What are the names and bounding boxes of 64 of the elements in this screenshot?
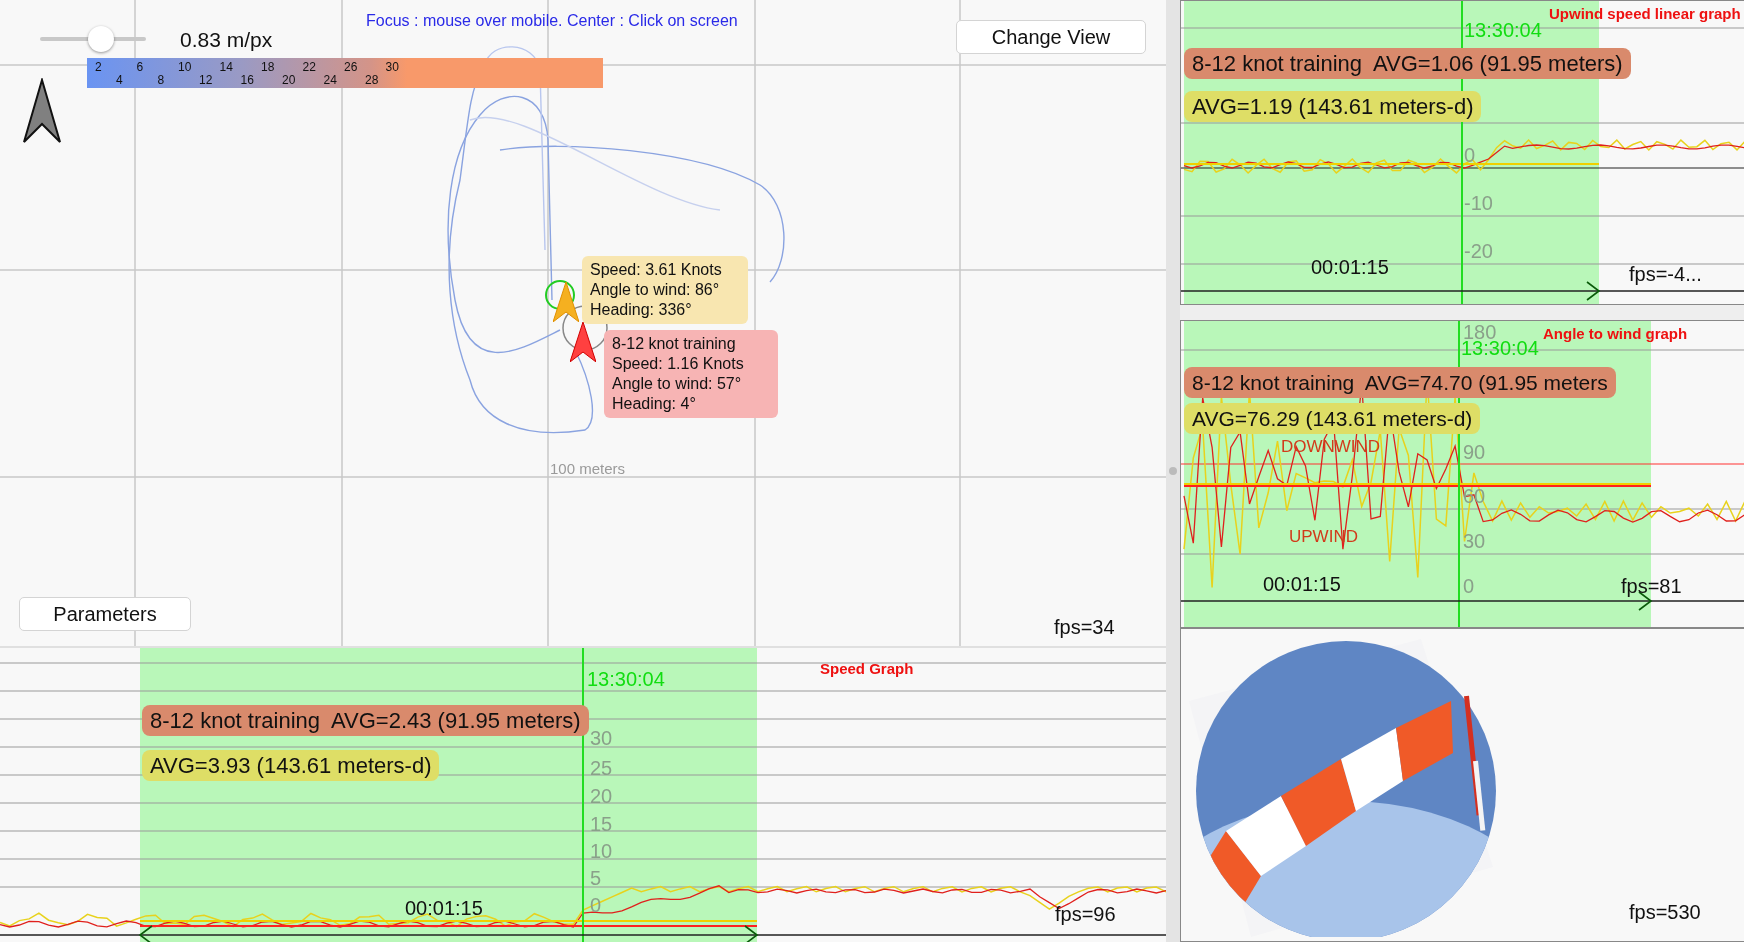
split-handle[interactable] [1169,467,1177,475]
scale-value: 30 [385,60,399,74]
axis-label: 90 [1463,441,1486,464]
axis-label: -10 [1464,192,1493,215]
axis-label: -20 [1464,240,1493,263]
scale-value: 14 [219,60,233,74]
fps-label: fps=34 [1054,616,1115,639]
axis-label: 30 [590,727,613,750]
duration-label: 00:01:15 [405,897,483,920]
hint-text: Focus : mouse over mobile. Center : Click on screen [366,12,738,30]
distance-label: 100 meters [550,460,626,477]
scale-value: 12 [199,73,213,87]
average-label: AVG=76.29 (143.61 meters-d) [1184,403,1481,434]
scale-value: 24 [323,73,337,87]
tooltip-line: Angle to wind: 86° [590,280,721,300]
graph-title: Upwind speed linear graph [1549,5,1741,22]
scale-value: 10 [178,60,192,74]
axis-label: 25 [590,757,613,780]
north-arrow-icon [23,78,61,144]
tooltip-line: Angle to wind: 57° [612,374,743,394]
tooltip-line: Heading: 336° [590,300,693,320]
scale-value: 22 [302,60,316,74]
scale-value: 2 [95,60,102,74]
average-label: AVG=1.19 (143.61 meters-d) [1184,91,1482,122]
axis-label: 5 [590,867,602,890]
axis-label: 10 [590,840,613,863]
tooltip-line: 8-12 knot training [612,334,737,354]
boat-marker-icon[interactable] [570,322,596,362]
fps-label: fps=96 [1055,903,1116,926]
scale-value: 6 [136,60,144,74]
tooltip-line: Heading: 4° [612,394,697,414]
parameters-button[interactable]: Parameters [19,597,191,631]
time-marker: 13:30:04 [1464,19,1542,42]
graph-title: Angle to wind graph [1543,325,1688,342]
average-label: 8-12 knot training AVG=1.06 (91.95 meters) [1184,48,1631,79]
boat-marker-icon[interactable] [553,282,579,322]
axis-label: 0 [1464,144,1476,167]
scale-value: 4 [116,73,123,87]
axis-label: 15 [590,813,613,836]
time-marker: 13:30:04 [587,668,665,691]
tooltip-line: Speed: 3.61 Knots [590,260,723,280]
scale-value: 18 [261,60,275,74]
axis-label: 0 [1463,575,1475,598]
scale-value: 20 [282,73,296,87]
scale-reading: 0.83 m/px [180,28,273,52]
tooltip-line: Speed: 1.16 Knots [612,354,745,374]
duration-label: 00:01:15 [1311,256,1389,279]
axis-label: 30 [1463,530,1486,553]
scale-value: 26 [344,60,358,74]
fps-label: fps=-4... [1629,263,1702,286]
fps-label: fps=81 [1621,575,1682,598]
scale-value: 8 [157,73,165,87]
graph-title: Speed Graph [820,660,914,677]
scale-value: 16 [240,73,254,87]
axis-label: 20 [590,785,613,808]
average-label: AVG=3.93 (143.61 meters-d) [142,750,440,781]
scale-value: 28 [365,73,379,87]
fps-label: fps=530 [1629,901,1701,924]
average-label: 8-12 knot training AVG=2.43 (91.95 meters) [142,705,589,736]
slider-thumb[interactable] [88,26,114,52]
average-label: 8-12 knot training AVG=74.70 (91.95 meters [1184,367,1616,398]
duration-label: 00:01:15 [1263,573,1341,596]
scale-slider[interactable] [40,26,146,52]
change-view-button[interactable]: Change View [956,20,1146,54]
